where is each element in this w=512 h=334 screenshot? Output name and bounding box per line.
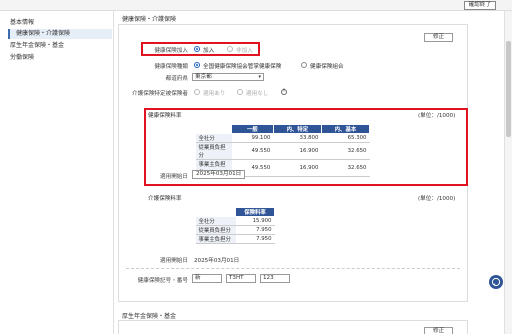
care-rate-table: 保険料率 全社分 15.900 従業員負担分 7.950 事業主負担分 7.95… xyxy=(195,207,275,244)
type-radio-kumiai[interactable] xyxy=(301,62,307,68)
sidebar-item-health-insurance[interactable]: 健康保険・介護保険 xyxy=(8,29,112,39)
health-rate-header-general: 一般 xyxy=(231,124,274,134)
health-rate-unit: (単位：/1000) xyxy=(418,113,456,119)
enrollment-label: 健康保険加入 xyxy=(154,48,188,54)
care-specific-label: 介護保険特定被保険者 xyxy=(132,91,188,97)
sidebar-item-basic-info[interactable]: 基本情報 xyxy=(10,18,34,28)
confirm-end-button[interactable]: 確認終了 xyxy=(463,1,496,10)
cell-general: 99.100 xyxy=(231,133,274,143)
enrollment-option-join: 加入 xyxy=(203,48,215,54)
type-label: 健康保険種類 xyxy=(154,64,188,70)
pension-card xyxy=(118,320,468,334)
type-radio-kyokai[interactable] xyxy=(194,62,200,68)
pension-section-title: 厚生年金保険・基金 xyxy=(122,313,177,320)
cell-specific: 33.800 xyxy=(273,133,322,143)
care-rate-header-empty xyxy=(195,207,236,217)
symbol-input-1[interactable]: 新 xyxy=(192,274,222,283)
sidebar-item-pension[interactable]: 厚生年金保険・基金 xyxy=(10,41,64,51)
row-label: 全社分 xyxy=(195,133,232,143)
symbol-input-3[interactable]: 123 xyxy=(260,274,290,283)
table-row: 全社分 99.100 33.800 65.300 xyxy=(195,133,370,143)
health-edit-button[interactable]: 修正 xyxy=(424,33,454,42)
cell-rate: 7.950 xyxy=(235,225,275,235)
row-label: 全社分 xyxy=(195,216,236,226)
row-label: 従業員負担分 xyxy=(195,225,236,235)
row-label: 従業員負担分 xyxy=(195,142,232,160)
scrollbar[interactable] xyxy=(504,11,512,334)
cell-rate: 7.950 xyxy=(235,234,275,244)
health-start-label: 適用開始日 xyxy=(160,174,188,180)
health-rate-header-empty xyxy=(195,124,232,134)
help-icon[interactable]: ? xyxy=(281,89,287,95)
symbol-input-2[interactable]: T3HT xyxy=(226,274,256,283)
enrollment-radio-not-join[interactable] xyxy=(227,46,233,52)
cell-general: 49.550 xyxy=(231,142,274,160)
care-rate-header-rate: 保険料率 xyxy=(235,207,275,217)
care-start-date: 2025年03月01日 xyxy=(194,258,240,264)
care-radio-not-applicable[interactable] xyxy=(237,89,243,95)
cell-basic: 32.650 xyxy=(321,142,370,160)
cell-rate: 15.900 xyxy=(235,216,275,226)
health-rate-label: 健康保険料率 xyxy=(148,113,182,119)
enrollment-option-not-join: 非加入 xyxy=(236,48,253,54)
cell-specific: 16.900 xyxy=(273,159,322,177)
type-option-kumiai: 健康保険組合 xyxy=(310,64,344,70)
table-row: 従業員負担分 7.950 xyxy=(195,225,275,235)
table-row: 全社分 15.900 xyxy=(195,216,275,226)
table-row: 従業員負担分 49.550 16.900 32.650 xyxy=(195,142,370,160)
enrollment-radio-join[interactable] xyxy=(194,46,200,52)
care-option-applicable: 適用あり xyxy=(203,91,226,97)
care-rate-unit: (単位：/1000) xyxy=(418,196,456,202)
chevron-down-icon: ▾ xyxy=(258,74,261,80)
table-row: 事業主負担分 7.950 xyxy=(195,234,275,244)
divider xyxy=(126,268,460,269)
health-start-date: 2025年03月01日 xyxy=(192,170,246,179)
cell-basic: 65.300 xyxy=(321,133,370,143)
prefecture-select[interactable]: 東京都 ▾ xyxy=(192,73,264,81)
care-start-label: 適用開始日 xyxy=(160,258,188,264)
health-rate-header-row: 一般 内、特定 内、基本 xyxy=(195,124,371,134)
sidebar-item-labor-insurance[interactable]: 労働保険 xyxy=(10,53,34,63)
row-label: 事業主負担分 xyxy=(195,234,236,244)
pension-edit-button[interactable]: 修正 xyxy=(424,327,454,334)
scrollbar-thumb[interactable] xyxy=(506,41,511,137)
symbol-label: 健康保険記号・番号 xyxy=(137,278,188,284)
chat-bubble-icon[interactable] xyxy=(489,275,503,289)
prefecture-label: 都道府県 xyxy=(165,76,188,82)
care-option-not-applicable: 適用なし xyxy=(246,91,269,97)
cell-basic: 32.650 xyxy=(321,159,370,177)
health-section-title: 健康保険・介護保険 xyxy=(122,16,177,23)
sidebar: 基本情報 健康保険・介護保険 厚生年金保険・基金 労働保険 xyxy=(0,11,114,334)
care-rate-label: 介護保険料率 xyxy=(148,196,182,202)
care-radio-applicable[interactable] xyxy=(194,89,200,95)
health-rate-header-specific: 内、特定 xyxy=(272,124,322,134)
health-rate-header-basic: 内、基本 xyxy=(320,124,371,134)
type-option-kyokai: 全国健康保険協会管掌健康保険 xyxy=(203,64,282,70)
prefecture-value: 東京都 xyxy=(195,74,212,80)
cell-specific: 16.900 xyxy=(273,142,322,160)
top-bar: 確認終了 xyxy=(0,0,512,11)
care-rate-header-row: 保険料率 xyxy=(195,207,275,217)
